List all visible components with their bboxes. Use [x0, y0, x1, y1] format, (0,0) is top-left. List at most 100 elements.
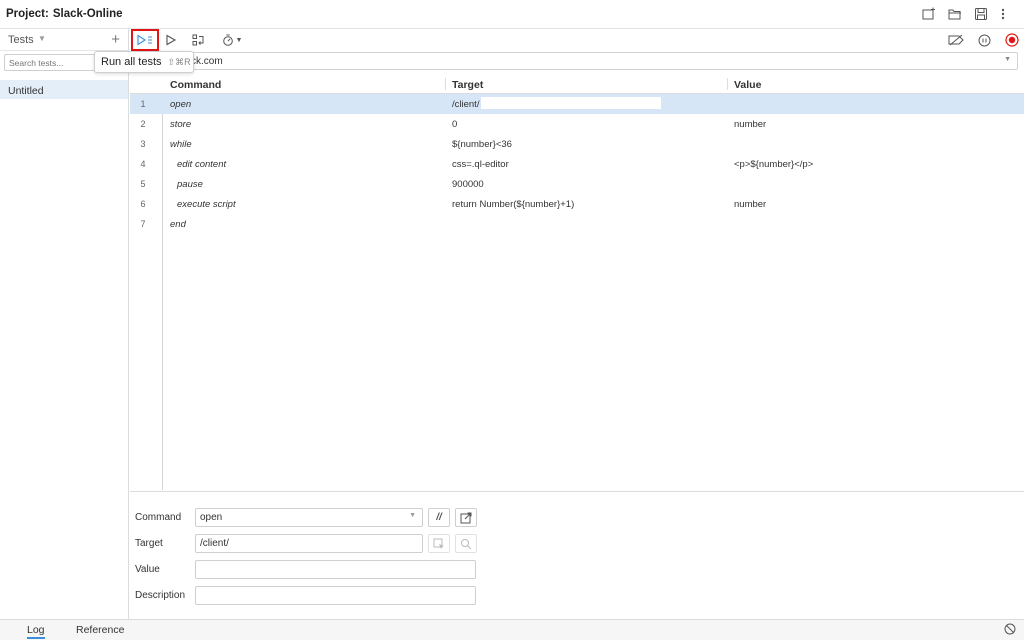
find-target-button[interactable]	[455, 534, 477, 553]
run-all-tests-button[interactable]	[131, 29, 159, 51]
project-actions	[922, 7, 1014, 21]
row-number: 1	[140, 99, 146, 109]
command-row[interactable]: 5 pause 900000	[130, 174, 1024, 194]
command-rows: 1 open /client/ 2 store 0 number 3 while…	[130, 94, 1024, 234]
search-icon	[461, 538, 472, 549]
chevron-down-icon[interactable]: ▼	[38, 34, 46, 43]
step-icon	[192, 34, 204, 46]
test-toolbar: ▼	[130, 29, 1024, 51]
column-header-command[interactable]: Command	[170, 79, 221, 91]
row-value: number	[734, 199, 767, 210]
command-row[interactable]: 7 end	[130, 214, 1024, 234]
select-target-button[interactable]	[428, 534, 450, 553]
tab-reference[interactable]: Reference	[76, 624, 124, 636]
row-command: store	[170, 119, 192, 130]
command-row[interactable]: 1 open /client/	[130, 94, 1024, 114]
comment-toggle-button[interactable]: //	[428, 508, 450, 527]
tooltip-label: Run all tests	[101, 56, 162, 68]
row-target: 900000	[452, 179, 484, 190]
description-field-row: Description	[135, 586, 535, 606]
command-select-value: open	[200, 512, 223, 523]
row-target: return Number(${number}+1)	[452, 199, 575, 210]
tests-header: Tests ▼ +	[0, 29, 128, 51]
command-editor: Command open ▼ // Target /client/ Value …	[130, 491, 1024, 618]
row-number: 6	[140, 199, 146, 209]
project-title: Project: Slack-Online	[6, 8, 123, 20]
more-options-icon[interactable]	[1000, 7, 1014, 21]
row-command: end	[170, 219, 186, 230]
title-bar: Project: Slack-Online	[0, 0, 1024, 29]
command-label: Command	[135, 512, 182, 523]
value-label: Value	[135, 564, 160, 575]
row-target: /client/	[452, 99, 480, 110]
command-row[interactable]: 2 store 0 number	[130, 114, 1024, 134]
redacted-target-block	[481, 97, 661, 109]
project-label: Project:	[6, 8, 49, 20]
tests-dropdown[interactable]: Tests	[8, 34, 34, 46]
value-input[interactable]	[195, 560, 476, 579]
test-speed-button[interactable]: ▼	[220, 32, 244, 48]
project-name[interactable]: Slack-Online	[53, 8, 123, 20]
speed-chevron-down-icon: ▼	[235, 36, 243, 44]
row-number: 5	[140, 179, 146, 189]
tab-log[interactable]: Log	[27, 624, 45, 639]
column-header-target[interactable]: Target	[452, 79, 483, 91]
row-number: 7	[140, 219, 146, 229]
disable-breakpoints-button[interactable]	[948, 32, 964, 48]
description-input[interactable]	[195, 586, 476, 605]
open-reference-button[interactable]	[455, 508, 477, 527]
step-over-button[interactable]	[190, 32, 206, 48]
save-project-icon[interactable]	[974, 7, 988, 21]
tests-sidebar: Tests ▼ + Untitled	[0, 29, 129, 619]
row-target: css=.ql-editor	[452, 159, 509, 170]
column-header-value[interactable]: Value	[734, 79, 761, 91]
run-all-tooltip: Run all tests ⇧⌘R	[94, 51, 194, 73]
new-project-icon[interactable]	[922, 7, 936, 21]
command-row[interactable]: 4 edit content css=.ql-editor <p>${numbe…	[130, 154, 1024, 174]
description-label: Description	[135, 590, 186, 601]
column-divider[interactable]	[445, 78, 446, 90]
base-url-select[interactable]: ck.com ▼	[130, 52, 1018, 70]
command-select[interactable]: open ▼	[195, 508, 423, 527]
breakpoint-off-icon	[948, 34, 964, 46]
target-input[interactable]: /client/	[195, 534, 423, 553]
row-number: 3	[140, 139, 146, 149]
external-link-icon	[460, 512, 472, 523]
row-target: 0	[452, 119, 458, 130]
play-icon	[166, 34, 177, 46]
select-element-icon	[433, 538, 444, 549]
value-field-row: Value	[135, 560, 535, 580]
tooltip-shortcut: ⇧⌘R	[167, 57, 191, 67]
test-item-untitled[interactable]: Untitled	[0, 80, 128, 99]
column-divider[interactable]	[727, 78, 728, 90]
record-button[interactable]	[1004, 32, 1020, 48]
row-number: 2	[140, 119, 146, 129]
rec-icon	[1005, 33, 1019, 47]
row-command: pause	[177, 179, 203, 190]
target-label: Target	[135, 538, 163, 549]
bottom-panel-tabs: Log Reference	[0, 619, 1024, 640]
command-field-row: Command open ▼ //	[135, 508, 535, 528]
command-row[interactable]: 6 execute script return Number(${number}…	[130, 194, 1024, 214]
open-project-icon[interactable]	[948, 7, 962, 21]
search-tests-input[interactable]	[4, 54, 98, 71]
run-all-icon	[137, 34, 152, 46]
row-value: <p>${number}</p>	[734, 159, 814, 170]
row-value: number	[734, 119, 767, 130]
row-command: execute script	[177, 199, 236, 210]
command-chevron-down-icon[interactable]: ▼	[409, 512, 416, 519]
row-target: ${number}<36	[452, 139, 512, 150]
row-command: while	[170, 139, 192, 150]
row-command: open	[170, 99, 192, 110]
run-current-test-button[interactable]	[163, 32, 179, 48]
target-field-row: Target /client/	[135, 534, 535, 554]
command-row[interactable]: 3 while ${number}<36	[130, 134, 1024, 154]
pause-icon	[978, 34, 990, 46]
add-test-button[interactable]: +	[111, 31, 120, 48]
stopwatch-icon	[222, 34, 233, 46]
row-number: 4	[140, 159, 146, 169]
pause-on-exceptions-button[interactable]	[976, 32, 992, 48]
url-chevron-down-icon[interactable]: ▼	[1004, 56, 1011, 63]
row-command: edit content	[177, 159, 227, 170]
clear-log-icon[interactable]	[1004, 623, 1016, 635]
